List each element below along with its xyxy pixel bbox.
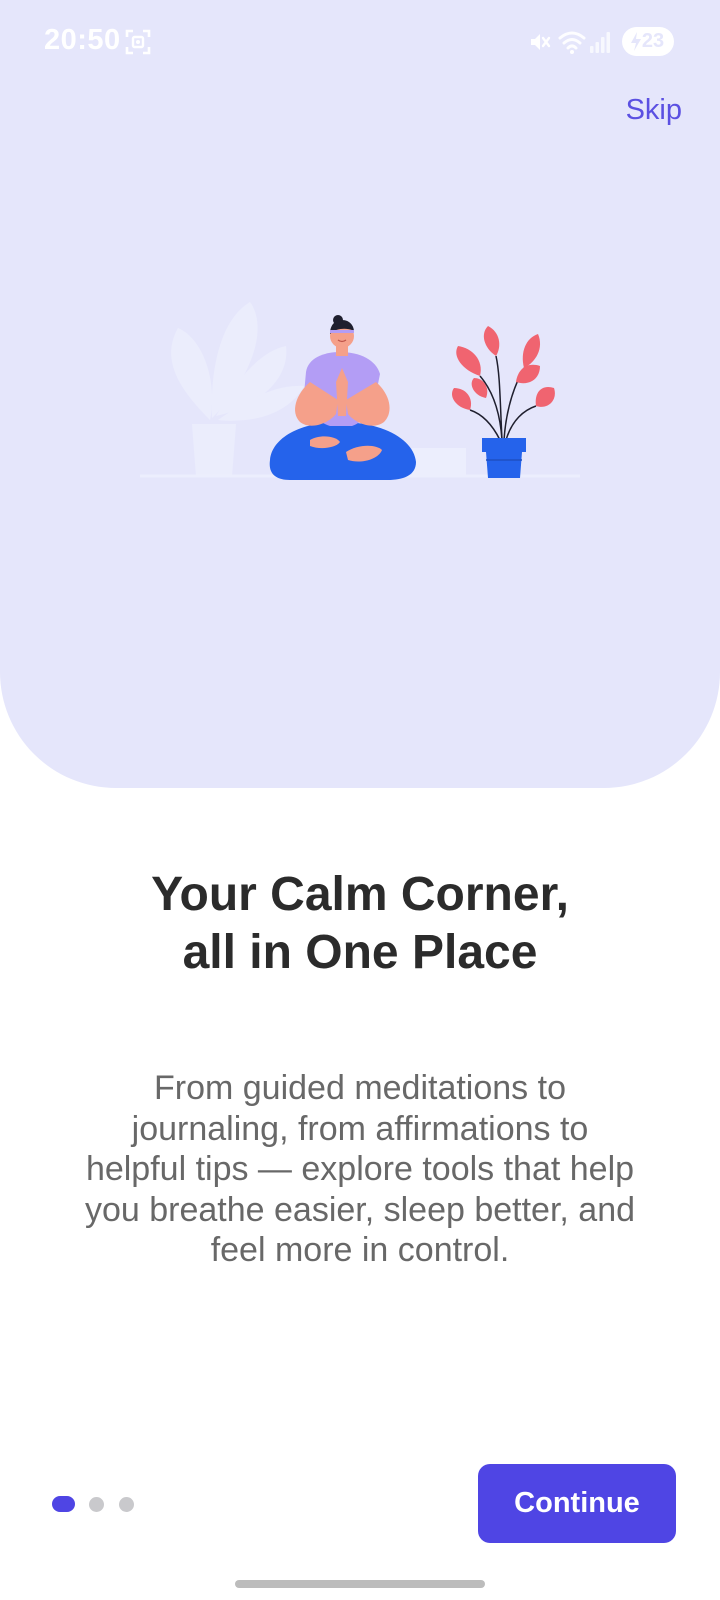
meditation-illustration [140, 302, 580, 480]
title-line: Your Calm Corner, [151, 868, 569, 921]
description-line: you breathe easier, sleep better, and [84, 1190, 636, 1229]
status-bar: 20:50 23 [0, 0, 720, 84]
home-indicator[interactable] [235, 1580, 485, 1588]
description-line: helpful tips — explore tools that help [85, 1150, 635, 1188]
page-dot [119, 1496, 134, 1512]
continue-button[interactable]: Continue [478, 1464, 676, 1543]
faded-cushion [412, 448, 466, 476]
onboarding-description: From guided meditations to journaling, f… [40, 1068, 680, 1271]
mute-icon [531, 34, 551, 50]
charging-bolt-icon [631, 32, 641, 51]
description-line: From guided meditations to [154, 1069, 566, 1107]
skip-button[interactable]: Skip [626, 94, 682, 127]
red-plant [451, 326, 555, 478]
screen-record-icon [125, 29, 151, 55]
hero-panel: 20:50 23 Skip [0, 0, 720, 788]
page-dot [89, 1496, 104, 1512]
signal-icon [590, 32, 610, 53]
page-indicator [52, 1496, 149, 1512]
page-dot-active [52, 1496, 75, 1512]
description-line: journaling, from affirmations to [131, 1109, 589, 1148]
description-line: feel more in control. [210, 1231, 510, 1269]
battery-icon: 23 [622, 27, 674, 56]
status-time: 20:50 [44, 24, 121, 56]
wifi-icon [558, 31, 586, 54]
onboarding-title: Your Calm Corner, all in One Place [40, 866, 680, 982]
onboarding-screen: 20:50 23 Skip Your Calm Corner, all in O… [0, 0, 720, 1600]
title-line: all in One Place [182, 926, 538, 979]
